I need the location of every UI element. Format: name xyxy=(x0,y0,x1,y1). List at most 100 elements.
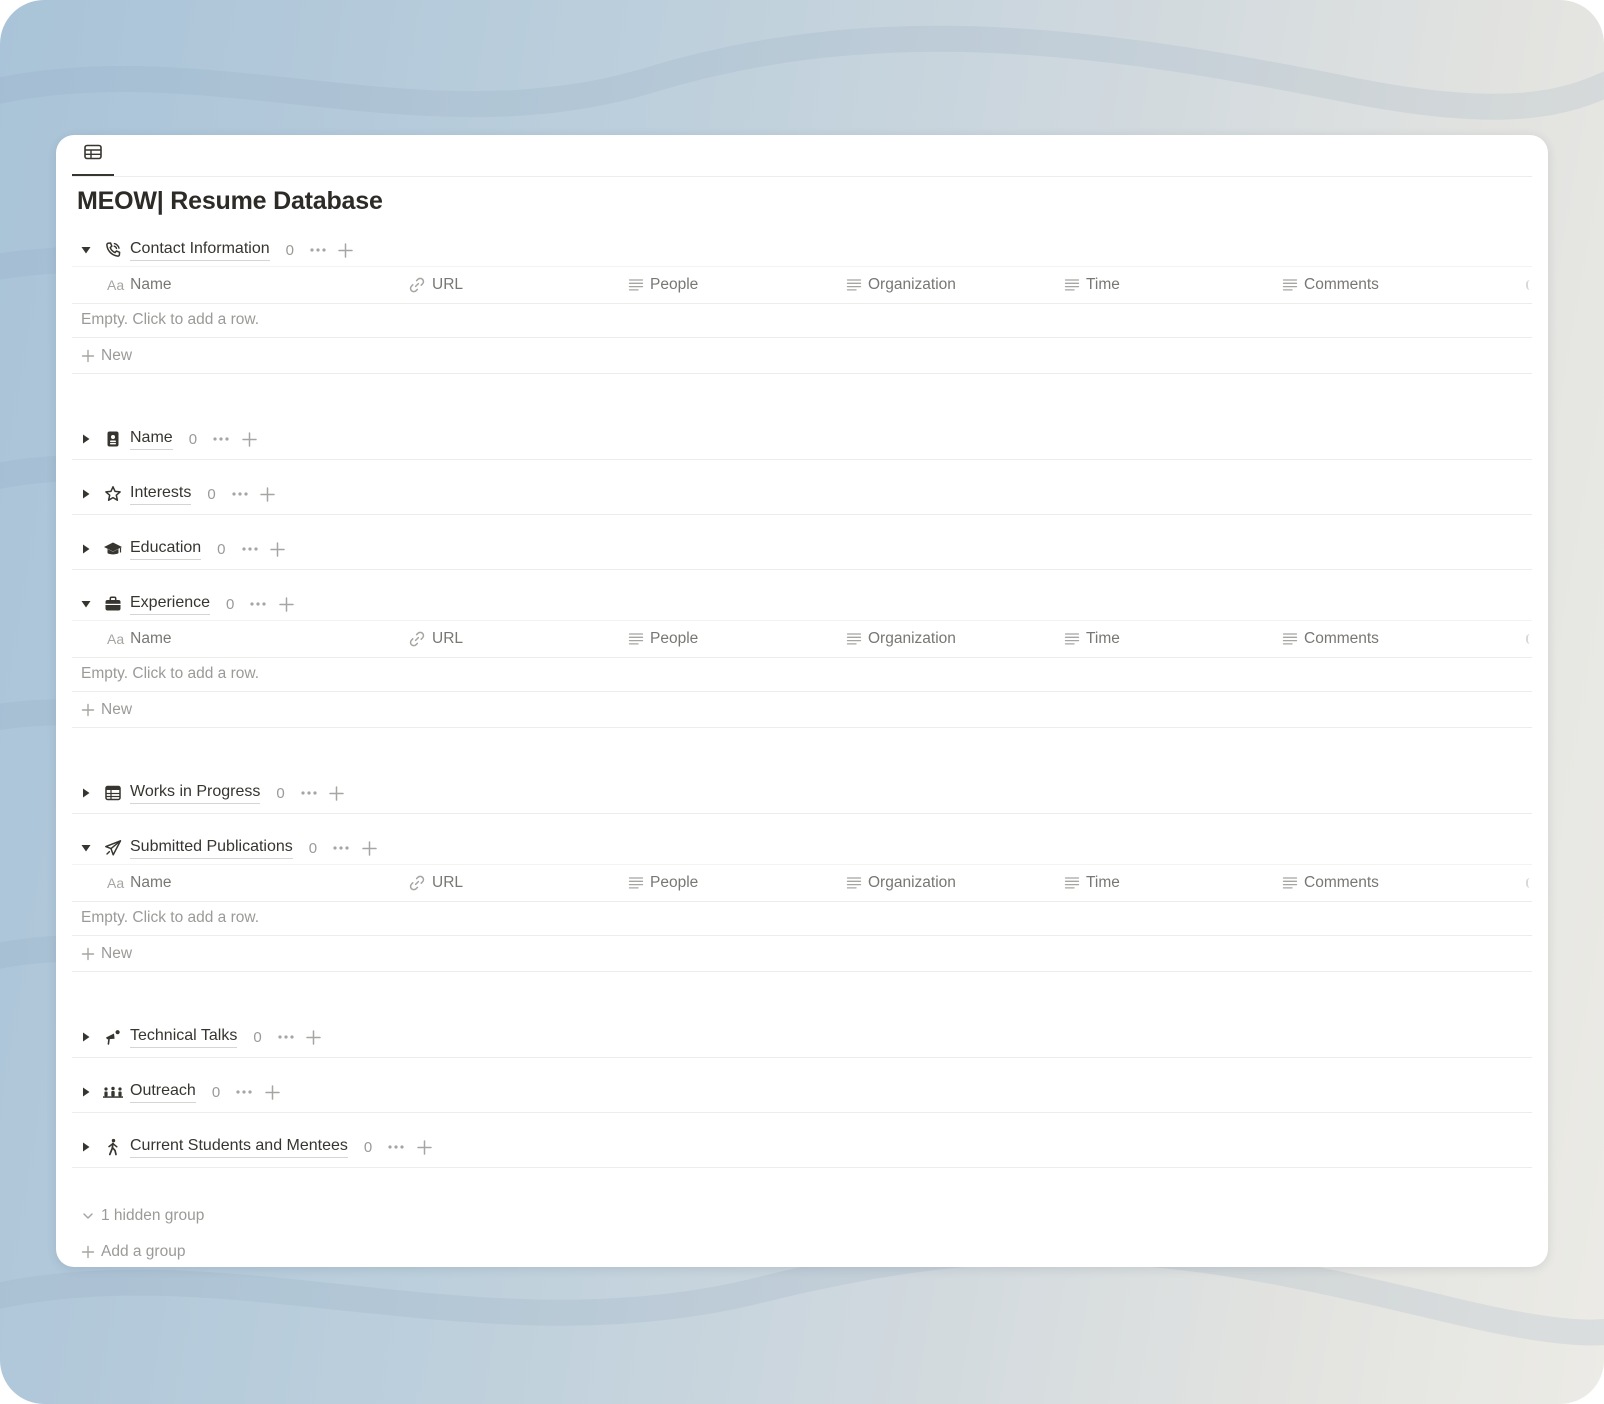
plus-icon xyxy=(81,947,95,961)
group-count: 0 xyxy=(276,784,285,802)
column-header[interactable]: Aa Name xyxy=(107,621,171,657)
caret-down-icon[interactable] xyxy=(72,834,100,862)
column-header[interactable]: People xyxy=(628,865,698,901)
group-count: 0 xyxy=(188,430,198,448)
column-label: URL xyxy=(432,874,464,891)
link-icon xyxy=(408,276,426,294)
group-header[interactable]: Contact Information 0 xyxy=(72,230,1532,270)
column-header[interactable]: Aa Name xyxy=(107,267,171,303)
group-name[interactable]: Experience xyxy=(130,593,211,615)
column-header[interactable]: URL xyxy=(408,267,463,303)
add-row-icon[interactable] xyxy=(412,1135,436,1159)
more-options-icon[interactable] xyxy=(329,836,353,860)
group-name[interactable]: Current Students and Mentees xyxy=(130,1136,348,1158)
group-header[interactable]: Name 0 xyxy=(72,419,1532,460)
aa-text-icon: Aa xyxy=(107,277,125,293)
text-lines-icon xyxy=(1282,277,1298,293)
more-options-icon[interactable] xyxy=(246,592,270,616)
column-header[interactable]: Time xyxy=(1064,267,1120,303)
add-row-icon[interactable] xyxy=(260,1080,284,1104)
add-group-button[interactable]: Add a group xyxy=(81,1238,185,1266)
column-label: Name xyxy=(130,874,172,891)
more-options-icon[interactable] xyxy=(306,238,330,262)
group-name[interactable]: Name xyxy=(130,428,173,450)
text-lines-icon xyxy=(1064,875,1080,891)
add-row-icon[interactable] xyxy=(325,781,349,805)
column-label: People xyxy=(650,276,699,293)
caret-right-icon[interactable] xyxy=(72,425,100,453)
more-options-icon[interactable] xyxy=(384,1135,408,1159)
caret-down-icon[interactable] xyxy=(72,236,100,264)
group-header[interactable]: Technical Talks 0 xyxy=(72,1017,1532,1058)
column-header[interactable]: Organization xyxy=(846,865,956,901)
more-options-icon[interactable] xyxy=(228,482,252,506)
column-label: URL xyxy=(432,630,464,647)
group-header[interactable]: Works in Progress 0 xyxy=(72,773,1532,814)
table-view-tab[interactable] xyxy=(72,135,114,176)
column-header[interactable]: URL xyxy=(408,865,463,901)
add-row-icon[interactable] xyxy=(357,836,381,860)
more-options-icon[interactable] xyxy=(297,781,321,805)
new-row-button[interactable]: New xyxy=(72,692,1532,728)
more-options-icon[interactable] xyxy=(209,427,233,451)
hidden-groups-toggle[interactable]: 1 hidden group xyxy=(81,1202,204,1230)
group-name[interactable]: Submitted Publications xyxy=(130,837,293,859)
column-header[interactable]: Aa Name xyxy=(107,865,171,901)
page-title[interactable]: MEOW| Resume Database xyxy=(77,187,383,216)
column-header[interactable]: Organization xyxy=(846,621,956,657)
column-header[interactable]: Comments xyxy=(1282,865,1379,901)
aa-text-icon: Aa xyxy=(107,631,125,647)
group-header[interactable]: Current Students and Mentees 0 xyxy=(72,1127,1532,1168)
more-options-icon[interactable] xyxy=(274,1025,298,1049)
group-header[interactable]: Interests 0 xyxy=(72,474,1532,515)
new-row-button[interactable]: New xyxy=(72,936,1532,972)
group-header[interactable]: Education 0 xyxy=(72,529,1532,570)
group-header[interactable]: Outreach 0 xyxy=(72,1072,1532,1113)
caret-right-icon[interactable] xyxy=(72,535,100,563)
add-row-icon[interactable] xyxy=(266,537,290,561)
caret-down-icon[interactable] xyxy=(72,590,100,618)
group-name[interactable]: Technical Talks xyxy=(130,1026,238,1048)
star-icon xyxy=(100,481,126,507)
group-name[interactable]: Contact Information xyxy=(130,239,270,261)
more-options-icon[interactable] xyxy=(238,537,262,561)
column-label: URL xyxy=(432,276,464,293)
column-header[interactable]: Time xyxy=(1064,865,1120,901)
column-header[interactable]: Comments xyxy=(1282,267,1379,303)
empty-table-text: Empty. Click to add a row. xyxy=(81,664,260,682)
column-label: Time xyxy=(1086,874,1120,891)
caret-right-icon[interactable] xyxy=(72,480,100,508)
empty-table-row[interactable]: Empty. Click to add a row. xyxy=(72,900,1532,936)
new-row-button[interactable]: New xyxy=(72,338,1532,374)
column-header[interactable]: Comments xyxy=(1282,621,1379,657)
group-name[interactable]: Education xyxy=(130,538,202,560)
empty-table-row[interactable]: Empty. Click to add a row. xyxy=(72,302,1532,338)
group-header[interactable]: Experience 0 xyxy=(72,584,1532,624)
text-lines-icon xyxy=(1282,875,1298,891)
caret-right-icon[interactable] xyxy=(72,1078,100,1106)
group-name[interactable]: Works in Progress xyxy=(130,782,261,804)
plus-icon xyxy=(81,349,95,363)
group-name[interactable]: Interests xyxy=(130,483,192,505)
caret-right-icon[interactable] xyxy=(72,1023,100,1051)
caret-right-icon[interactable] xyxy=(72,779,100,807)
more-options-icon[interactable] xyxy=(232,1080,256,1104)
group-header[interactable]: Submitted Publications 0 xyxy=(72,828,1532,868)
caret-right-icon[interactable] xyxy=(72,1133,100,1161)
empty-table-row[interactable]: Empty. Click to add a row. xyxy=(72,656,1532,692)
add-row-icon[interactable] xyxy=(302,1025,326,1049)
column-header[interactable]: Organization xyxy=(846,267,956,303)
add-row-icon[interactable] xyxy=(237,427,261,451)
column-header[interactable]: People xyxy=(628,267,698,303)
column-label: Organization xyxy=(868,276,956,293)
add-row-icon[interactable] xyxy=(256,482,280,506)
group-count: 0 xyxy=(217,540,226,558)
column-header[interactable]: URL xyxy=(408,621,463,657)
column-label: Name xyxy=(130,630,172,647)
add-row-icon[interactable] xyxy=(274,592,298,616)
column-header[interactable]: People xyxy=(628,621,698,657)
column-header[interactable]: Time xyxy=(1064,621,1120,657)
text-lines-icon xyxy=(628,277,644,293)
add-row-icon[interactable] xyxy=(334,238,358,262)
group-name[interactable]: Outreach xyxy=(130,1081,196,1103)
